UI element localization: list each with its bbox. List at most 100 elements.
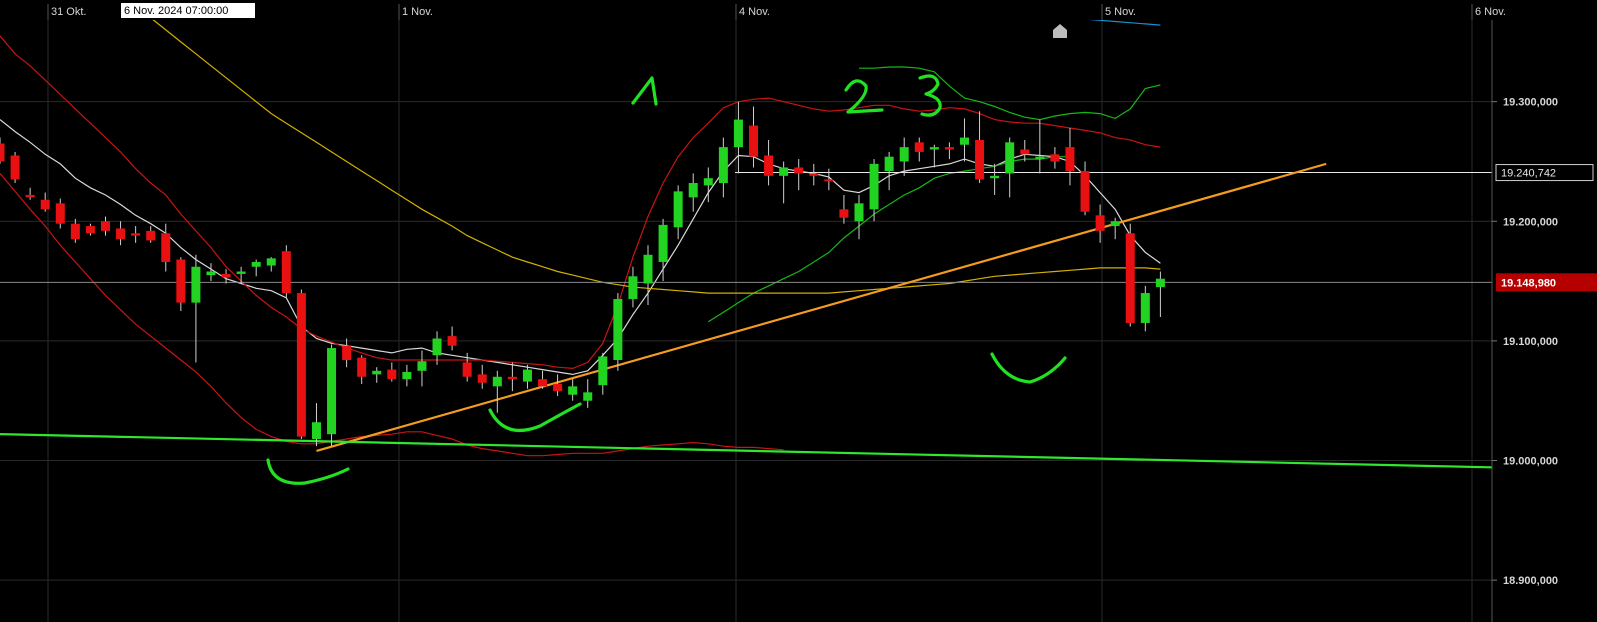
candle-bull <box>884 156 894 172</box>
candle-bear <box>281 251 291 294</box>
candle-bear <box>1065 147 1075 172</box>
candle-bear <box>764 155 774 176</box>
y-tick-label: 19.100,000 <box>1503 336 1558 348</box>
candle-bear <box>25 194 35 198</box>
candle-bear <box>176 259 186 303</box>
line-bollinger-upper-long <box>0 35 1161 370</box>
trendline-support-rising <box>316 162 1327 453</box>
candle-bear <box>146 230 156 241</box>
candle-bull <box>236 271 246 274</box>
candle-bear <box>447 336 457 346</box>
candle-bear <box>70 223 80 240</box>
candle-bear <box>221 273 231 278</box>
candle-bear <box>131 233 141 236</box>
indicator-lines <box>0 0 1161 457</box>
candle-bull <box>1005 142 1015 174</box>
swing-low-arc-1 <box>266 458 350 485</box>
x-tick-label: 31 Okt. <box>51 6 86 18</box>
candle-bear <box>749 125 758 157</box>
x-tick-label: 1 Nov. <box>402 6 433 18</box>
candle-bull <box>779 167 789 176</box>
y-tick-label: 19.300,000 <box>1503 97 1558 109</box>
annotation-number-1 <box>631 76 658 106</box>
candle-bear <box>975 139 985 180</box>
y-axis-band <box>1492 20 1597 622</box>
candle-bear <box>809 173 819 176</box>
candle-bull <box>959 137 969 145</box>
candle-bull <box>643 254 653 284</box>
candle-bear <box>1020 149 1030 155</box>
candle-bear <box>477 374 487 383</box>
candle-bull <box>1110 221 1120 227</box>
candle-bear <box>507 376 517 380</box>
candle-bull <box>311 422 321 439</box>
candle-bear <box>116 228 126 240</box>
candle-bear <box>161 233 171 262</box>
candlestick-chart[interactable]: 31 Okt. 1 Nov. 4 Nov. 5 Nov. 6 Nov. 6 Nov. 20… <box>0 0 1597 622</box>
candle-bull <box>206 271 216 276</box>
candle-bear <box>40 199 50 210</box>
trendlines <box>0 162 1508 469</box>
candle-bull <box>658 224 668 262</box>
trendline-support-flat <box>0 433 1508 469</box>
candle-bull <box>718 147 728 184</box>
candle-bull <box>522 369 532 382</box>
candle-bear <box>824 179 834 182</box>
candle-bear <box>55 203 65 224</box>
x-axis: 31 Okt. 1 Nov. 4 Nov. 5 Nov. 6 Nov. 6 Nov. 20… <box>0 0 1597 20</box>
candle-bear <box>914 142 924 152</box>
candle-bull <box>703 178 713 186</box>
candle-bull <box>402 372 412 380</box>
candle-bear <box>0 143 5 162</box>
x-tick-label: 6 Nov. <box>1475 6 1506 18</box>
candle-bull <box>1155 278 1165 288</box>
horizontal-levels <box>0 172 1492 283</box>
candle-bear <box>1095 215 1105 231</box>
candle-bull <box>733 119 743 148</box>
candle-bear <box>85 226 95 234</box>
swing-low-arc-3 <box>990 352 1067 384</box>
candle-bull <box>673 191 683 228</box>
annotation-number-3 <box>918 74 942 117</box>
x-tick-label: 5 Nov. <box>1105 6 1136 18</box>
x-tick-label: 4 Nov. <box>739 6 770 18</box>
candle-bull <box>432 338 442 356</box>
line-bollinger-upper-short <box>859 66 1161 121</box>
candle-bull <box>1035 156 1045 160</box>
candles <box>0 101 1165 447</box>
candle-bear <box>553 383 563 392</box>
candle-bear <box>1080 171 1090 212</box>
candle-bear <box>296 293 306 437</box>
y-axis: 19.300,000 19.200,000 19.100,000 19.000,000… <box>1491 20 1597 622</box>
current-price-label: 19.148,980 <box>1501 277 1556 289</box>
candle-bear <box>342 345 352 361</box>
candle-bear <box>100 221 110 231</box>
y-tick-label: 18.900,000 <box>1503 575 1558 587</box>
candle-bear <box>462 362 472 377</box>
candle-bear <box>357 357 367 377</box>
candle-bull <box>929 147 939 150</box>
swing-low-arc-2 <box>488 402 582 433</box>
candle-bull <box>854 203 864 222</box>
y-tick-label: 19.200,000 <box>1503 216 1558 228</box>
line-bollinger-middle-short <box>0 119 1161 376</box>
candle-bull <box>568 386 578 395</box>
candle-bear <box>1125 233 1135 323</box>
candle-bear <box>10 155 20 180</box>
candle-bull <box>417 361 427 371</box>
candle-bull <box>251 261 261 267</box>
candle-bear <box>538 379 548 387</box>
candle-bull <box>598 356 608 386</box>
candle-bull <box>899 147 909 162</box>
candle-bull <box>327 348 337 435</box>
candle-bull <box>688 183 698 198</box>
candle-bear <box>839 209 849 218</box>
candle-bear <box>387 369 397 380</box>
candle-bull <box>372 370 382 375</box>
candle-bear <box>1050 154 1060 162</box>
y-tick-label: 19.000,000 <box>1503 456 1558 468</box>
candle-bear <box>794 167 804 174</box>
candle-bull <box>869 163 879 210</box>
candle-bull <box>191 266 201 303</box>
candle-bull <box>492 376 502 387</box>
